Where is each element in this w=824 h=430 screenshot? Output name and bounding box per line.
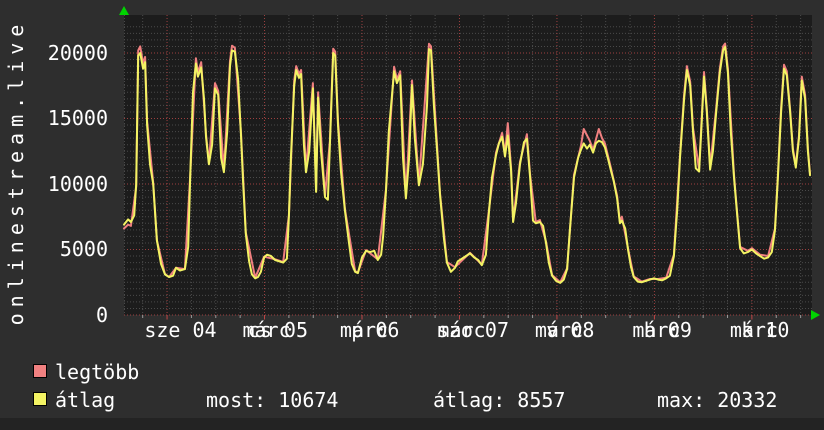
- legend-label-atlag: átlag: [55, 388, 116, 412]
- y-tick-label: 15000: [47, 106, 108, 131]
- legend-swatch-atlag: [33, 392, 47, 406]
- x-tick-label-weekday: k 10: [741, 318, 790, 342]
- x-tick-label-weekday: szo 07: [436, 318, 509, 342]
- rrd-graph: onlinestream.live 0 5000 10000 15000 20000 m…: [0, 0, 824, 430]
- x-axis-arrow-icon: [811, 310, 820, 320]
- stat-max: max: 20332: [657, 388, 778, 412]
- x-tick-label-weekday: sze 04: [144, 318, 217, 342]
- legend-label-legtobb: legtöbb: [55, 360, 140, 384]
- y-axis-arrow-icon: [119, 6, 129, 15]
- legend-swatch-legtobb: [33, 364, 47, 378]
- y-tick-label: 5000: [59, 237, 108, 262]
- x-tick-label-weekday: p 06: [351, 318, 400, 342]
- y-tick-label: 10000: [47, 171, 108, 196]
- x-tick-label-weekday: h 09: [643, 318, 692, 342]
- x-tick-label-weekday: v 08: [546, 318, 595, 342]
- y-tick-label: 20000: [47, 40, 108, 65]
- stat-atlag: átlag: 8557: [433, 388, 566, 412]
- x-tick-label-weekday: cs 05: [247, 318, 309, 342]
- y-tick-label: 0: [95, 303, 108, 327]
- footer-strip: [0, 418, 824, 430]
- stat-most: most: 10674: [206, 388, 339, 412]
- chart-canvas: [123, 15, 812, 320]
